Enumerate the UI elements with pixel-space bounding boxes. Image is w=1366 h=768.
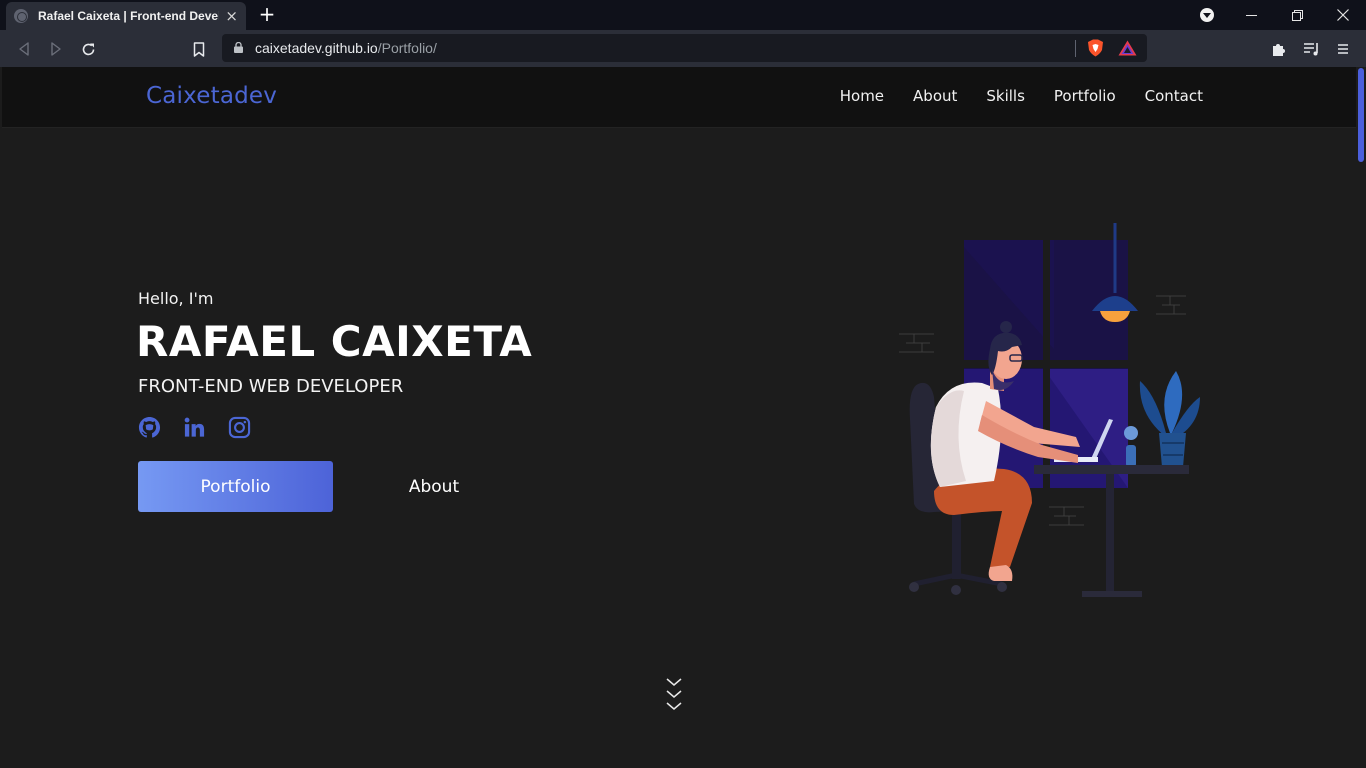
minimize-button[interactable] bbox=[1228, 0, 1274, 30]
about-button[interactable]: About bbox=[375, 461, 493, 512]
restore-button[interactable] bbox=[1274, 0, 1320, 30]
portfolio-button[interactable]: Portfolio bbox=[138, 461, 333, 512]
url-path: /Portfolio/ bbox=[377, 40, 437, 56]
bookmark-button[interactable] bbox=[186, 36, 212, 62]
reload-button[interactable] bbox=[75, 36, 101, 62]
playlist-icon bbox=[1303, 43, 1318, 56]
globe-icon bbox=[14, 9, 28, 23]
plant-illustration bbox=[1124, 371, 1200, 467]
scroll-down-icon[interactable] bbox=[665, 676, 683, 712]
minimize-icon bbox=[1245, 14, 1257, 16]
lock-icon bbox=[234, 42, 243, 53]
back-button[interactable] bbox=[11, 36, 37, 62]
new-tab-button[interactable]: + bbox=[256, 3, 278, 25]
reload-icon bbox=[82, 43, 94, 55]
extensions-button[interactable] bbox=[1266, 36, 1292, 62]
chevron-down-icon bbox=[1200, 8, 1214, 22]
url-text: caixetadev.github.io/Portfolio/ bbox=[255, 40, 437, 56]
hero-greeting: Hello, I'm bbox=[138, 289, 214, 308]
web-page: Caixetadev Home About Skills Portfolio C… bbox=[2, 67, 1356, 768]
nav-link-contact[interactable]: Contact bbox=[1145, 87, 1203, 105]
back-arrow-icon bbox=[19, 42, 29, 56]
instagram-icon[interactable] bbox=[228, 416, 251, 439]
menu-button[interactable] bbox=[1330, 36, 1356, 62]
bookmark-icon bbox=[193, 41, 205, 57]
tab-close-button[interactable]: × bbox=[225, 7, 238, 25]
brave-shields-icon[interactable] bbox=[1087, 39, 1104, 57]
forward-button[interactable] bbox=[43, 36, 69, 62]
url-host: caixetadev.github.io bbox=[255, 40, 378, 56]
github-icon[interactable] bbox=[138, 416, 161, 439]
tab-search-button[interactable] bbox=[1184, 0, 1230, 30]
brave-rewards-icon[interactable] bbox=[1118, 40, 1137, 56]
playlist-button[interactable] bbox=[1298, 36, 1324, 62]
site-header: Caixetadev Home About Skills Portfolio C… bbox=[2, 67, 1356, 128]
address-divider bbox=[1075, 40, 1076, 57]
page-scrollbar[interactable] bbox=[1356, 67, 1366, 768]
hamburger-menu-icon bbox=[1338, 44, 1348, 54]
main-nav: Home About Skills Portfolio Contact bbox=[811, 87, 1203, 105]
scrollbar-thumb[interactable] bbox=[1358, 68, 1364, 162]
hero-name: RAFAEL CAIXETA bbox=[136, 317, 533, 366]
close-icon bbox=[1337, 9, 1349, 21]
browser-tabstrip: Rafael Caixeta | Front-end Developer × + bbox=[0, 0, 1366, 30]
nav-link-about[interactable]: About bbox=[913, 87, 957, 105]
hero-role: FRONT-END WEB DEVELOPER bbox=[138, 376, 404, 397]
site-logo[interactable]: Caixetadev bbox=[146, 83, 277, 109]
browser-toolbar: caixetadev.github.io/Portfolio/ bbox=[0, 30, 1366, 67]
nav-link-skills[interactable]: Skills bbox=[986, 87, 1025, 105]
puzzle-icon bbox=[1273, 44, 1285, 56]
linkedin-icon[interactable] bbox=[183, 416, 206, 439]
tab-title: Rafael Caixeta | Front-end Developer bbox=[38, 9, 219, 23]
address-bar[interactable]: caixetadev.github.io/Portfolio/ bbox=[222, 34, 1147, 62]
developer-illustration bbox=[899, 223, 1200, 597]
close-window-button[interactable] bbox=[1320, 0, 1366, 30]
forward-arrow-icon bbox=[51, 42, 61, 56]
social-links bbox=[138, 416, 251, 439]
nav-link-portfolio[interactable]: Portfolio bbox=[1054, 87, 1116, 105]
nav-link-home[interactable]: Home bbox=[840, 87, 884, 105]
browser-tab[interactable]: Rafael Caixeta | Front-end Developer × bbox=[6, 2, 246, 30]
restore-icon bbox=[1291, 9, 1303, 21]
